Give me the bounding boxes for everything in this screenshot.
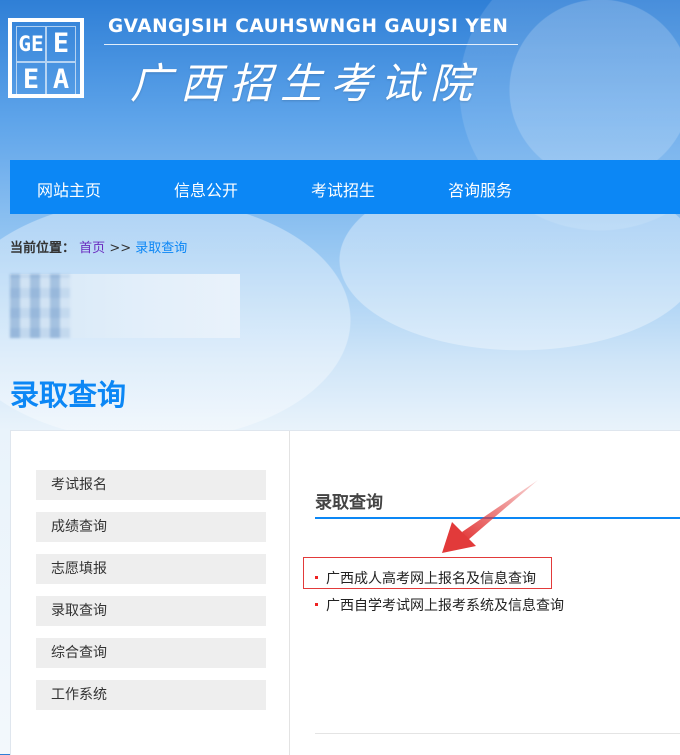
- nav-item-home[interactable]: 网站主页: [37, 177, 101, 201]
- site-name-cn: 广西招生考试院: [130, 59, 481, 108]
- sidebar-item-admission-query[interactable]: 录取查询: [36, 596, 266, 626]
- bullet-icon: [315, 575, 318, 579]
- main-nav: 网站主页 信息公开 考试招生 咨询服务: [10, 160, 680, 214]
- breadcrumb-label: 当前位置：: [10, 241, 76, 256]
- logo-letter: E: [46, 26, 76, 62]
- breadcrumb-home-link[interactable]: 首页: [79, 241, 105, 256]
- nav-item-consulting[interactable]: 咨询服务: [448, 177, 512, 201]
- logo-letter: A: [46, 62, 76, 98]
- site-logo[interactable]: GE E E A: [8, 18, 84, 98]
- content-panel: 考试报名 成绩查询 志愿填报 录取查询 综合查询 工作系统 录取查询 广西成人高…: [10, 430, 680, 755]
- site-name-en: GVANGJSIH CAUHSWNGH GAUJSI YEN: [108, 16, 509, 37]
- list-item-adult-exam-link[interactable]: 广西成人高考网上报名及信息查询: [315, 568, 536, 588]
- section-heading-underline: [315, 517, 680, 519]
- breadcrumb: 当前位置： 首页 >> 录取查询: [10, 237, 187, 256]
- section-heading: 录取查询: [315, 493, 383, 513]
- nav-item-info-public[interactable]: 信息公开: [174, 177, 238, 201]
- list-item-self-study-exam-link[interactable]: 广西自学考试网上报考系统及信息查询: [315, 595, 564, 615]
- bullet-icon: [315, 602, 318, 606]
- sidebar-item-score-query[interactable]: 成绩查询: [36, 512, 266, 542]
- nav-item-exam-enrollment[interactable]: 考试招生: [311, 177, 375, 201]
- content-divider: [315, 733, 680, 734]
- breadcrumb-current[interactable]: 录取查询: [135, 241, 187, 256]
- list-item-label[interactable]: 广西成人高考网上报名及信息查询: [326, 571, 536, 587]
- header-divider: [104, 44, 518, 45]
- qr-code-icon: [10, 274, 70, 338]
- sidebar-item-exam-registration[interactable]: 考试报名: [36, 470, 266, 500]
- sidebar-item-application-filling[interactable]: 志愿填报: [36, 554, 266, 584]
- sidebar-item-work-system[interactable]: 工作系统: [36, 680, 266, 710]
- list-item-label[interactable]: 广西自学考试网上报考系统及信息查询: [326, 598, 564, 614]
- page-title: 录取查询: [10, 378, 127, 412]
- logo-letter: GE: [16, 26, 46, 62]
- breadcrumb-separator: >>: [109, 241, 132, 256]
- sidebar: 考试报名 成绩查询 志愿填报 录取查询 综合查询 工作系统: [11, 431, 290, 755]
- sidebar-item-comprehensive-query[interactable]: 综合查询: [36, 638, 266, 668]
- logo-letter: E: [16, 62, 46, 98]
